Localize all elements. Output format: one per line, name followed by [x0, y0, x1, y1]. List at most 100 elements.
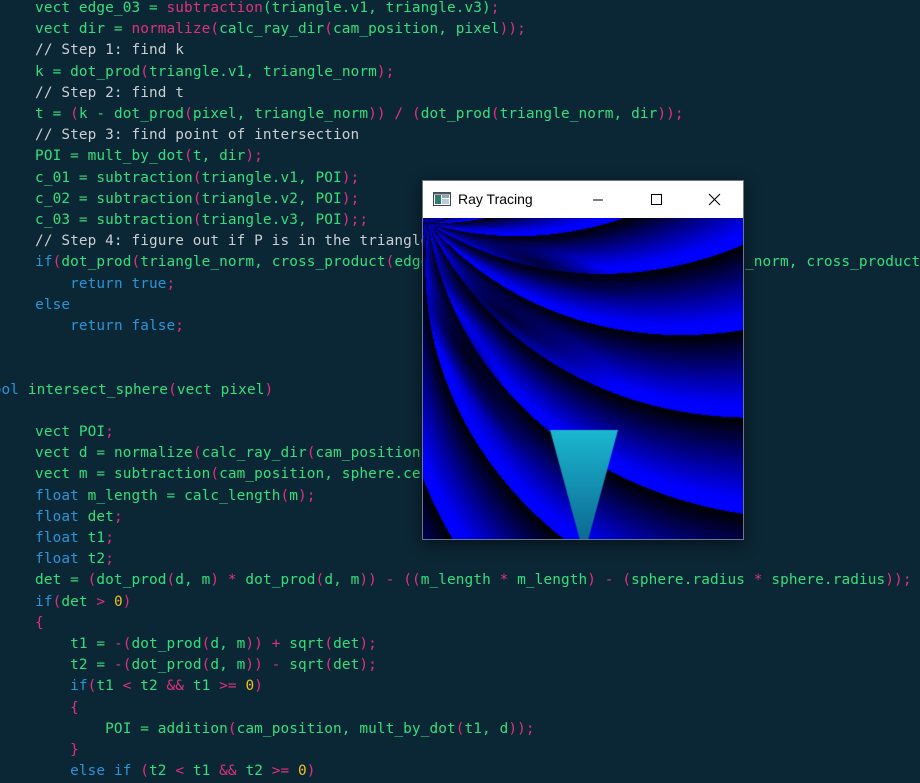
code-line: bool intersect_sphere(vect pixel) [0, 380, 273, 401]
code-token: if [35, 593, 53, 610]
close-icon [708, 193, 721, 206]
code-token: ) [122, 593, 132, 610]
code-token: dot_prod [420, 106, 491, 122]
code-token: subtraction [113, 466, 211, 483]
code-token: ) [210, 572, 220, 589]
code-token: ( [411, 106, 421, 122]
code-token: ; [105, 551, 114, 568]
code-token: ( [210, 466, 220, 483]
code-token: ) [341, 190, 351, 207]
code-token: ) [587, 572, 597, 589]
app-window-icon [433, 192, 451, 206]
window-title: Ray Tracing [458, 191, 533, 207]
code-token: ( [324, 636, 334, 652]
code-token: subtraction [96, 212, 193, 228]
code-token: det [78, 508, 114, 525]
code-line: vect POI; [0, 422, 114, 443]
maximize-button[interactable] [627, 181, 685, 218]
code-token: t1 [192, 678, 220, 695]
code-line: float t2; [0, 549, 114, 570]
code-token: // Step 1: find k [0, 42, 185, 59]
code-token: ( [192, 445, 202, 462]
code-token: ; [517, 21, 526, 38]
code-token: m_length [517, 572, 588, 589]
code-line: float det; [0, 507, 123, 528]
code-token: * [490, 572, 518, 589]
code-token: // Step 4: figure out if P is in the tri… [0, 233, 430, 250]
code-token: - [376, 572, 404, 589]
code-token: dot_prod [70, 63, 141, 80]
code-token: POI = [0, 720, 158, 737]
code-token: t1 [192, 763, 220, 780]
code-token: det [333, 657, 360, 674]
code-token: triangle_norm, dir [499, 106, 658, 122]
code-token: subtraction [166, 0, 263, 16]
minimize-button[interactable] [569, 181, 627, 218]
maximize-icon [651, 194, 662, 205]
ray-tracing-window[interactable]: Ray Tracing [423, 181, 743, 539]
code-token: ) [264, 381, 274, 398]
code-token: ; [113, 508, 123, 525]
code-line: k = dot_prod(triangle.v1, triangle_norm)… [0, 62, 394, 83]
code-token: vect edge_03 = [0, 0, 167, 16]
ray-traced-image [423, 218, 743, 539]
code-line: float m_length = calc_length(m); [0, 486, 316, 507]
code-token: ( [168, 381, 177, 398]
code-token: > [96, 593, 114, 610]
code-token: subtraction [96, 169, 193, 186]
code-token: cam_position, sphere.center [219, 466, 456, 483]
code-token: sqrt [289, 657, 325, 674]
code-line: vect edge_03 = subtraction(triangle.v1, … [0, 0, 500, 19]
code-token: sphere.radius [631, 572, 746, 589]
code-token: ) [298, 487, 307, 504]
code-token: )) [499, 21, 518, 38]
code-token: POI = [0, 148, 88, 165]
code-token: ; [368, 636, 377, 652]
code-token: c_01 = [0, 169, 97, 186]
code-token: + [262, 636, 290, 652]
code-token: >= [271, 763, 299, 780]
code-token: (( [403, 572, 421, 589]
code-token: ( [622, 572, 632, 589]
code-token: ; [254, 148, 263, 165]
code-token: else if [70, 763, 132, 780]
code-token: ( [166, 572, 176, 589]
code-token: m_length [420, 572, 491, 589]
code-line: c_01 = subtraction(triangle.v1, POI); [0, 168, 359, 189]
code-token: ) [359, 636, 369, 652]
code-token: && [166, 678, 193, 695]
code-token: mult_by_dot [87, 148, 185, 165]
code-token: * [745, 572, 772, 589]
code-token: det [61, 593, 97, 610]
code-token: float [35, 530, 79, 546]
code-token: triangle.v3, POI [201, 212, 342, 228]
code-token: sphere.radius [771, 572, 886, 589]
code-token: ( [455, 720, 465, 737]
code-token: if [70, 678, 88, 695]
code-line: float t1; [0, 528, 114, 549]
code-token: ( [324, 657, 334, 674]
code-token: ; [525, 720, 535, 737]
close-button[interactable] [685, 181, 743, 218]
code-line: return true; [0, 274, 175, 295]
code-line: if(t1 < t2 && t1 >= 0) [0, 676, 263, 697]
code-token: ( [192, 212, 202, 228]
code-token: t1 [78, 530, 106, 546]
code-token: ; [166, 275, 176, 292]
code-token: bool [0, 381, 20, 398]
code-line: t1 = -(dot_prod(d, m)) + sqrt(det); [0, 634, 377, 655]
code-token: intersect_sphere [27, 381, 169, 398]
code-line: c_02 = subtraction(triangle.v2, POI); [0, 189, 359, 210]
code-token: dot_prod [61, 254, 132, 271]
code-token: - [596, 572, 623, 589]
code-line: c_03 = subtraction(triangle.v3, POI);; [0, 210, 368, 231]
code-token: ( [192, 169, 202, 186]
code-token: t1 [96, 678, 123, 695]
window-titlebar[interactable]: Ray Tracing [423, 181, 743, 218]
code-token: / [385, 106, 412, 122]
code-token: sqrt [289, 636, 325, 652]
